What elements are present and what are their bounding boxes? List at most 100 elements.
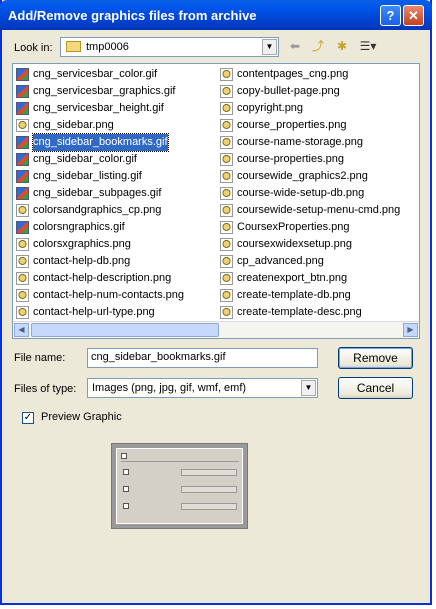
file-name-input[interactable]: cng_sidebar_bookmarks.gif (87, 348, 318, 368)
file-name: copy-bullet-page.png (237, 85, 340, 97)
remove-button[interactable]: Remove (338, 347, 413, 369)
file-list-item[interactable]: copyright.png (220, 100, 400, 117)
chevron-down-icon[interactable]: ▼ (301, 380, 316, 396)
cancel-button[interactable]: Cancel (338, 377, 413, 399)
new-folder-icon[interactable]: ✱ (333, 38, 351, 54)
file-list-item[interactable]: course-properties.png (220, 151, 400, 168)
up-folder-icon[interactable]: ⤴ (309, 38, 327, 54)
file-list-item[interactable]: CoursexProperties.png (220, 219, 400, 236)
preview-graphic-checkbox[interactable]: ✓ (22, 412, 34, 424)
file-list-item[interactable]: coursexwidexsetup.png (220, 236, 400, 253)
view-menu-icon[interactable]: ☰▾ (356, 38, 380, 54)
scroll-thumb[interactable] (31, 323, 219, 337)
back-icon[interactable]: ⬅ (286, 38, 304, 54)
file-list-item[interactable]: cp_advanced.png (220, 253, 400, 270)
file-name: course-name-storage.png (237, 136, 363, 148)
file-name: cng_servicesbar_color.gif (33, 68, 158, 80)
file-list-item[interactable]: createnexport_btn.png (220, 270, 400, 287)
preview-checkbox-graphic (121, 453, 127, 459)
help-button[interactable]: ? (380, 5, 401, 26)
file-name: coursewide-setup-menu-cmd.png (237, 204, 401, 216)
png-file-icon (220, 204, 233, 217)
scroll-left-icon[interactable]: ◀ (14, 323, 29, 337)
file-list-item[interactable]: contact-help-description.png (16, 270, 184, 287)
file-name: cng_sidebar_bookmarks.gif (32, 133, 169, 152)
file-name: colorsngraphics.gif (33, 221, 125, 233)
file-list-item[interactable]: colorsandgraphics_cp.png (16, 202, 184, 219)
file-list-item[interactable]: create-template-desc.png (220, 304, 400, 321)
file-name: CoursexProperties.png (237, 221, 350, 233)
preview-button-graphic (181, 503, 237, 510)
preview-thumbnail (116, 448, 243, 524)
png-file-icon (16, 289, 29, 302)
file-list-item[interactable]: course-name-storage.png (220, 134, 400, 151)
file-list-item[interactable]: contact-help-url-type.png (16, 304, 184, 321)
file-list[interactable]: cng_servicesbar_color.gif cng_servicesbar… (12, 63, 420, 339)
gif-file-icon (16, 68, 29, 81)
png-file-icon (220, 221, 233, 234)
file-name: course-wide-setup-db.png (237, 187, 365, 199)
preview-checkbox-graphic (123, 469, 129, 475)
png-file-icon (220, 136, 233, 149)
gif-file-icon (16, 85, 29, 98)
file-list-item[interactable]: create-template-db.png (220, 287, 400, 304)
window-title: Add/Remove graphics files from archive (8, 8, 257, 23)
close-button[interactable]: ✕ (403, 5, 424, 26)
file-name: contact-help-num-contacts.png (33, 289, 185, 301)
preview-checkbox-graphic (123, 503, 129, 509)
file-name: course-properties.png (237, 153, 345, 165)
png-file-icon (16, 119, 29, 132)
png-file-icon (16, 306, 29, 319)
file-name: colorsxgraphics.png (33, 238, 131, 250)
file-name: copyright.png (237, 102, 304, 114)
file-list-item[interactable]: coursewide-setup-menu-cmd.png (220, 202, 400, 219)
file-list-item[interactable]: colorsngraphics.gif (16, 219, 184, 236)
look-in-combo[interactable]: tmp0006 ▼ (60, 37, 279, 57)
file-name: create-template-desc.png (237, 306, 362, 318)
scroll-right-icon[interactable]: ▶ (403, 323, 418, 337)
file-list-item[interactable]: cng_servicesbar_graphics.gif (16, 83, 184, 100)
file-list-item[interactable]: cng_sidebar.png (16, 117, 184, 134)
file-list-item[interactable]: cng_sidebar_listing.gif (16, 168, 184, 185)
gif-file-icon (16, 153, 29, 166)
png-file-icon (220, 289, 233, 302)
file-name: coursexwidexsetup.png (237, 238, 352, 250)
file-list-item[interactable]: contact-help-db.png (16, 253, 184, 270)
file-column-left: cng_servicesbar_color.gif cng_servicesbar… (16, 66, 184, 321)
file-list-item[interactable]: colorsxgraphics.png (16, 236, 184, 253)
png-file-icon (220, 238, 233, 251)
gif-file-icon (16, 187, 29, 200)
file-name: cng_servicesbar_height.gif (33, 102, 164, 114)
file-list-item[interactable]: cng_sidebar_color.gif (16, 151, 184, 168)
file-list-item[interactable]: cng_sidebar_subpages.gif (16, 185, 184, 202)
png-file-icon (220, 153, 233, 166)
file-list-item[interactable]: cng_sidebar_bookmarks.gif (16, 133, 184, 152)
look-in-label: Look in: (14, 42, 53, 54)
file-name: cng_sidebar.png (33, 119, 114, 131)
png-file-icon (16, 204, 29, 217)
file-list-item[interactable]: cng_servicesbar_color.gif (16, 66, 184, 83)
horizontal-scrollbar[interactable]: ◀ ▶ (13, 321, 419, 338)
file-name: cng_sidebar_subpages.gif (33, 187, 162, 199)
file-name: contact-help-db.png (33, 255, 131, 267)
png-file-icon (220, 272, 233, 285)
chevron-down-icon[interactable]: ▼ (262, 39, 277, 55)
file-name: createnexport_btn.png (237, 272, 348, 284)
title-bar[interactable]: Add/Remove graphics files from archive ?… (0, 0, 432, 30)
preview-graphic-label: Preview Graphic (41, 411, 122, 423)
file-name: cp_advanced.png (237, 255, 324, 267)
file-list-item[interactable]: contentpages_cng.png (220, 66, 400, 83)
file-list-item[interactable]: copy-bullet-page.png (220, 83, 400, 100)
file-list-item[interactable]: course_properties.png (220, 117, 400, 134)
file-list-item[interactable]: coursewide_graphics2.png (220, 168, 400, 185)
preview-button-graphic (181, 469, 237, 476)
file-list-item[interactable]: course-wide-setup-db.png (220, 185, 400, 202)
gif-file-icon (16, 221, 29, 234)
png-file-icon (16, 238, 29, 251)
files-of-type-select[interactable]: Images (png, jpg, gif, wmf, emf) ▼ (87, 378, 318, 398)
file-list-item[interactable]: contact-help-num-contacts.png (16, 287, 184, 304)
preview-groupbox-graphic (121, 461, 239, 468)
file-name: create-template-db.png (237, 289, 351, 301)
png-file-icon (220, 255, 233, 268)
file-list-item[interactable]: cng_servicesbar_height.gif (16, 100, 184, 117)
